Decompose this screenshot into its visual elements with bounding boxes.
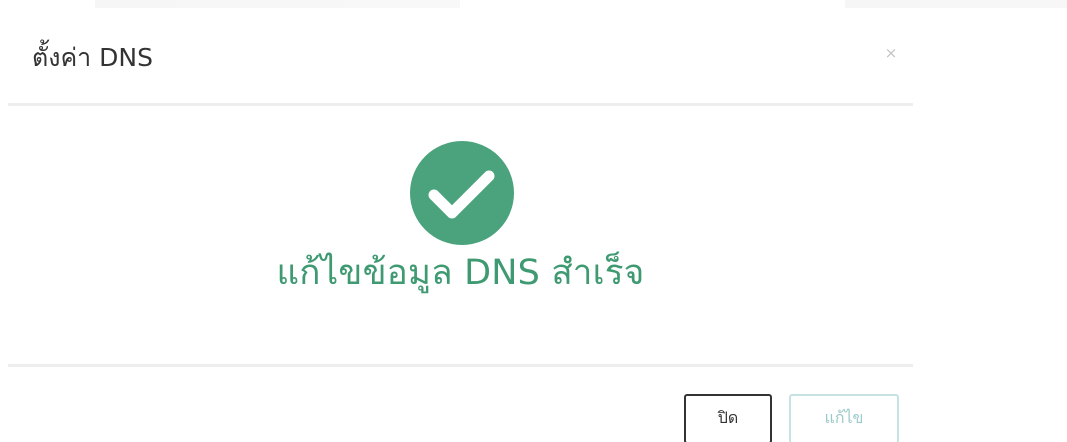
dns-settings-modal: ตั้งค่า DNS × แก้ไขข้อมูล DNS สำเร็จ ปิด… [8, 8, 913, 442]
check-circle-icon [410, 141, 514, 245]
modal-title: ตั้งค่า DNS [32, 43, 153, 72]
modal-footer: ปิด แก้ไข [8, 364, 913, 442]
modal-header: ตั้งค่า DNS × [8, 8, 913, 106]
success-message: แก้ไขข้อมูล DNS สำเร็จ [276, 253, 645, 293]
success-circle [410, 141, 514, 245]
edit-button[interactable]: แก้ไข [789, 394, 899, 442]
modal-body: แก้ไขข้อมูล DNS สำเร็จ [8, 106, 913, 364]
close-button[interactable]: × [882, 44, 900, 62]
close-icon: × [884, 44, 898, 62]
close-dialog-button[interactable]: ปิด [684, 394, 772, 442]
page: ตั้งค่า DNS × แก้ไขข้อมูล DNS สำเร็จ ปิด… [0, 0, 1067, 442]
top-background-strip [0, 0, 1067, 8]
